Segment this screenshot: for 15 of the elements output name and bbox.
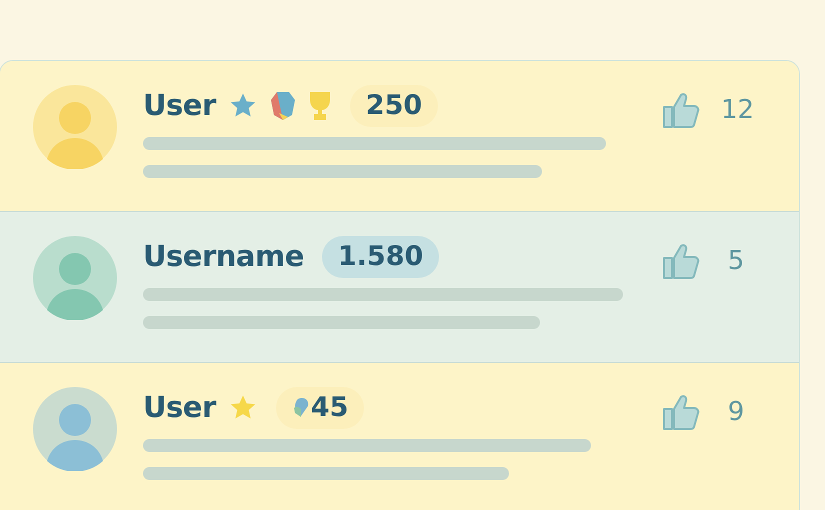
- score-label: 45: [276, 387, 364, 429]
- username: User: [143, 87, 216, 124]
- thumbs-up-icon[interactable]: [661, 90, 701, 130]
- thumbs-up-icon[interactable]: [661, 241, 701, 281]
- username: User: [143, 389, 216, 426]
- score-label: 1.580: [322, 236, 440, 278]
- thumbs-up-icon[interactable]: [661, 392, 701, 432]
- score-label: 250: [350, 85, 438, 127]
- like-count: 12: [721, 94, 751, 126]
- like-count: 9: [726, 396, 746, 428]
- leaderboard-row[interactable]: User 250 12: [0, 61, 799, 212]
- like-count: 5: [726, 244, 746, 278]
- username: Username: [143, 238, 304, 276]
- heart-icon: [292, 396, 310, 420]
- leaderboard-row[interactable]: Username 1.580 5: [0, 212, 799, 363]
